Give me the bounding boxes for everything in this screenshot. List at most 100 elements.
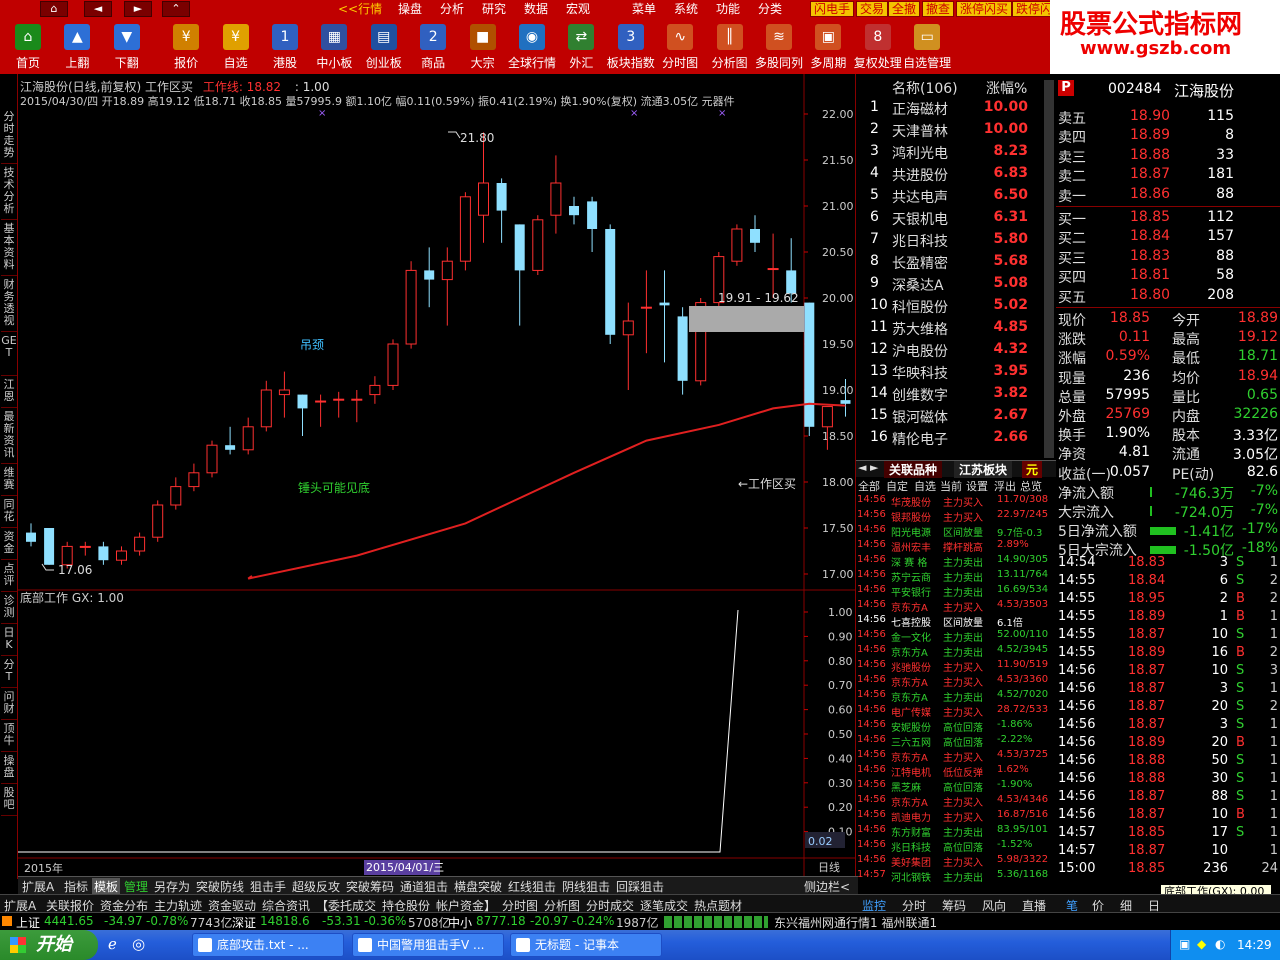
side-tab-16[interactable]: 操盘	[1, 752, 17, 784]
flow-row[interactable]: 14:56 深 赛 格 主力卖出 14.90/305	[857, 554, 1056, 569]
flow-row[interactable]: 14:56 平安银行 主力卖出 16.69/534	[857, 584, 1056, 599]
side-tab-4[interactable]: GET	[1, 332, 17, 376]
tool-globe-10[interactable]: ◉ 全球行情	[508, 18, 556, 74]
security-icon[interactable]: ◆	[1197, 937, 1206, 951]
rank-row[interactable]: 11 苏大维格 4.85	[856, 319, 1056, 341]
rank-row[interactable]: 16 精伦电子 2.66	[856, 429, 1056, 451]
candle[interactable]	[225, 426, 236, 455]
taskbar-window-1[interactable]: 中国警用狙击手V ...	[352, 933, 504, 957]
tool-exchange-11[interactable]: ⇄ 外汇	[557, 18, 605, 74]
bid-row[interactable]: 买五 18.80 208	[1058, 287, 1278, 306]
candle[interactable]	[116, 546, 127, 565]
indicator-tab-6[interactable]: 狙击手	[248, 878, 288, 895]
rank-row[interactable]: 7 兆日科技 5.80	[856, 231, 1056, 253]
flow-row[interactable]: 14:56 美好集团 主力买入 5.98/3322	[857, 854, 1056, 869]
indicator-tab-9[interactable]: 通道狙击	[398, 878, 450, 895]
side-tab-5[interactable]: 江恩	[1, 376, 17, 408]
candle[interactable]	[424, 247, 435, 308]
quick-button-4[interactable]: 涨停闪买	[956, 1, 1013, 17]
indicator-tab-5[interactable]: 突破防线	[194, 878, 246, 895]
period-label[interactable]: 日线	[818, 860, 840, 874]
bid-row[interactable]: 买一 18.85 112	[1058, 209, 1278, 228]
bid-row[interactable]: 买三 18.83 88	[1058, 248, 1278, 267]
flow-row[interactable]: 14:56 三六五网 高位回落 -2.22%	[857, 734, 1056, 749]
candle[interactable]	[478, 132, 489, 243]
flow-row[interactable]: 14:56 凯迪电力 主力买入 16.87/516	[857, 809, 1056, 824]
flow-row[interactable]: 14:56 安妮股份 高位回落 -1.86%	[857, 719, 1056, 734]
rank-row[interactable]: 8 长盈精密 5.68	[856, 253, 1056, 275]
indicator-tab-8[interactable]: 突破筹码	[344, 878, 396, 895]
tool-arrow-down-2[interactable]: ▼ 下翻	[103, 18, 151, 74]
ask-row[interactable]: 卖四 18.89 8	[1058, 127, 1278, 146]
flow-row[interactable]: 14:56 华茂股份 主力买入 11.70/308	[857, 494, 1056, 509]
rank-row[interactable]: 9 深桑达A 5.08	[856, 275, 1056, 297]
flow-filter-6[interactable]: 总览	[1020, 478, 1042, 494]
rank-row[interactable]: 1 正海磁材 10.00	[856, 99, 1056, 121]
candle[interactable]	[821, 406, 833, 450]
tool-yen-4[interactable]: ¥ 自选	[212, 18, 260, 74]
flow-row[interactable]: 14:56 兆驰股份 主力买入 11.90/519	[857, 659, 1056, 674]
candle[interactable]	[134, 532, 146, 556]
side-tab-11[interactable]: 诊测	[1, 592, 17, 624]
candle[interactable]	[260, 380, 272, 432]
ask-row[interactable]: 卖二 18.87 181	[1058, 166, 1278, 185]
quick-button-0[interactable]: 闪电手	[810, 1, 855, 17]
tool-multi-chart-15[interactable]: ≋ 多股同列	[755, 18, 803, 74]
indicator-tab-3[interactable]: 管理	[122, 878, 150, 895]
candle[interactable]	[242, 417, 254, 455]
candle[interactable]	[369, 376, 381, 404]
side-tab-7[interactable]: 维赛	[1, 464, 17, 496]
collapse-nav-icon[interactable]: ⌃	[162, 1, 190, 17]
tool-grid-6[interactable]: ▦ 中小板	[310, 18, 358, 74]
candle[interactable]	[677, 307, 688, 395]
candle[interactable]	[569, 196, 579, 225]
rank-row[interactable]: 4 共进股份 6.83	[856, 165, 1056, 187]
flow-row[interactable]: 14:56 京东方A 主力卖出 4.52/3945	[857, 644, 1056, 659]
rank-row[interactable]: 13 华映科技 3.95	[856, 363, 1056, 385]
candle[interactable]	[79, 541, 91, 556]
tool-calendar-8[interactable]: 2 商品	[409, 18, 457, 74]
flow-row[interactable]: 14:56 京东方A 主力买入 4.53/3503	[857, 599, 1056, 614]
candle[interactable]	[804, 302, 815, 436]
menu-item-4[interactable]: 数据	[524, 1, 548, 17]
tool-chart-7[interactable]: ▤ 创业板	[360, 18, 408, 74]
flow-filter-5[interactable]: 浮出	[994, 478, 1016, 494]
ask-row[interactable]: 卖一 18.86 88	[1058, 186, 1278, 205]
ask-row[interactable]: 卖三 18.88 33	[1058, 147, 1278, 166]
quick-button-1[interactable]: 交易	[856, 1, 889, 17]
indicator-tab-7[interactable]: 超级反攻	[290, 878, 342, 895]
candle[interactable]	[44, 528, 55, 565]
candle[interactable]	[206, 440, 218, 478]
menu-item-2[interactable]: 分析	[440, 1, 464, 17]
flow-row[interactable]: 14:56 京东方A 主力买入 4.53/4346	[857, 794, 1056, 809]
candle[interactable]	[605, 224, 616, 344]
flow-row[interactable]: 14:56 京东方A 主力卖出 4.52/7020	[857, 689, 1056, 704]
network-icon[interactable]: ▣	[1179, 937, 1190, 951]
candle[interactable]	[278, 371, 290, 418]
indicator-tab-10[interactable]: 横盘突破	[452, 878, 504, 895]
candle[interactable]	[351, 390, 363, 423]
candle[interactable]	[387, 339, 399, 390]
flow-filter-2[interactable]: 自选	[914, 478, 936, 494]
flow-row[interactable]: 14:56 兆日科技 高位回落 -1.52%	[857, 839, 1056, 854]
rank-row[interactable]: 2 天津普林 10.00	[856, 121, 1056, 143]
candle[interactable]	[188, 463, 200, 492]
candle[interactable]	[750, 215, 760, 252]
menu-item-1[interactable]: 操盘	[398, 1, 422, 17]
candle[interactable]	[640, 270, 652, 354]
flow-filter-3[interactable]: 当前	[940, 478, 962, 494]
indicator-tab-1[interactable]: 指标	[62, 878, 90, 895]
candle[interactable]	[405, 261, 417, 349]
menu-item-8[interactable]: 功能	[716, 1, 740, 17]
bid-row[interactable]: 买四 18.81 58	[1058, 267, 1278, 286]
candle[interactable]	[767, 233, 779, 298]
menu-item-0[interactable]: <<行情	[338, 1, 382, 17]
tool-folder-18[interactable]: ▭ 自选管理	[903, 18, 951, 74]
flow-row[interactable]: 14:57 河北钢铁 主力卖出 5.36/1168	[857, 869, 1056, 884]
side-tab-15[interactable]: 顶牛	[1, 720, 17, 752]
flow-row[interactable]: 14:56 银邦股份 主力买入 22.97/245	[857, 509, 1056, 524]
kline-chart[interactable]: 22.00 21.50 21.00 20.50 20.00 19.50 19.00 18.50…	[18, 74, 856, 876]
home-nav-icon[interactable]: ⌂	[40, 1, 68, 17]
candle[interactable]	[152, 500, 164, 542]
menu-item-5[interactable]: 宏观	[566, 1, 590, 17]
